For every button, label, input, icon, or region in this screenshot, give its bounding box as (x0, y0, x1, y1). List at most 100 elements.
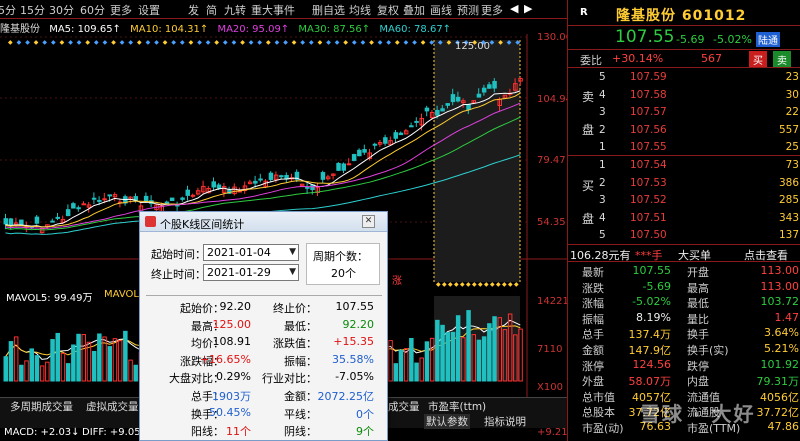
svg-text:◆: ◆ (438, 39, 443, 46)
stat-value: 125.00 (212, 317, 252, 331)
quote-stat-row: 涨幅 -5.02% 最低 103.72 (568, 295, 800, 310)
svg-text:◆: ◆ (361, 39, 366, 46)
toolbar-item-adjust[interactable]: 复权 (377, 2, 399, 18)
level-price: 107.58 (630, 88, 667, 101)
quote-stat-row: 振幅 8.19% 量比 1.47 (568, 311, 800, 326)
svg-text:◆: ◆ (318, 39, 323, 46)
svg-text:◆: ◆ (154, 39, 159, 46)
svg-text:◆: ◆ (163, 39, 168, 46)
buy-button[interactable]: 买 (749, 51, 767, 68)
stat-label: 市盈(动) (582, 422, 624, 435)
level-price: 107.55 (630, 141, 667, 153)
toolbar-item-draw[interactable]: 画线 (430, 2, 452, 18)
ask-row[interactable]: 2 107.56 557 (568, 124, 800, 138)
stat-label: 金额： (284, 390, 317, 403)
svg-text:◆: ◆ (395, 39, 400, 46)
level-qty: 30 (785, 88, 799, 101)
toolbar-item-30min[interactable]: 30分 (49, 2, 74, 18)
bid-row[interactable]: 4 107.51 343 (568, 212, 800, 226)
quote-stat-row: 金额 147.9亿 换手(实) 5.21% (568, 342, 800, 357)
level: 2 (599, 123, 606, 136)
tab-pe-ttm[interactable]: 市盈率(ttm) (428, 399, 486, 414)
toolbar-item-5min[interactable]: 5分 (0, 2, 16, 18)
toolbar-item-predict[interactable]: 预测 (457, 2, 479, 18)
tab-volume[interactable]: 成交量 (388, 399, 420, 414)
toolbar-item-60min[interactable]: 60分 (80, 2, 105, 18)
svg-text:◆: ◆ (309, 39, 314, 46)
level: 3 (599, 106, 606, 118)
stat-value: 92.20 (219, 300, 252, 313)
bid-row[interactable]: 2 107.53 386 (568, 177, 800, 191)
stats-row: 换手： 50.45% 平线： 0个 (140, 406, 387, 422)
toolbar-item-more-right[interactable]: 更多 (481, 2, 503, 18)
svg-text:◆: ◆ (103, 39, 108, 46)
svg-text:◆: ◆ (249, 39, 254, 46)
stats-row: 均价： 108.91 涨跌值： +15.35 (140, 335, 387, 351)
stat-value: 1.47 (774, 310, 800, 324)
quote-stat-row: 涨停 124.56 跌停 101.92 (568, 358, 800, 373)
stat-label: 起始价： (180, 302, 224, 315)
svg-text:◆: ◆ (232, 39, 237, 46)
level: 2 (599, 176, 606, 189)
svg-text:◆: ◆ (300, 39, 305, 46)
mavol5-value: MAVOL5: 99.49万 (6, 293, 93, 304)
dialog-titlebar[interactable]: 个股K线区间统计 ✕ (140, 212, 387, 232)
bid-row[interactable]: 1 107.54 73 (568, 159, 800, 173)
toolbar-item-jiuzhuan[interactable]: 九转 (224, 2, 246, 18)
bid-row[interactable]: 5 107.50 137 (568, 229, 800, 243)
quote-stat-row: 最新 107.55 开盘 113.00 (568, 264, 800, 279)
selected-range[interactable] (434, 40, 520, 282)
price-axis-label: 79.47 (537, 155, 566, 166)
start-time-select[interactable]: 2021-01-04 ▼ (203, 244, 299, 261)
tab-multi-period-volume[interactable]: 多周期成交量 (10, 399, 73, 414)
svg-text:◆: ◆ (326, 39, 331, 46)
close-icon[interactable]: ✕ (362, 215, 375, 228)
vol-axis-label: 7110 (537, 344, 563, 355)
ask-row[interactable]: 3 107.57 22 (568, 106, 800, 120)
svg-text:◆: ◆ (77, 39, 82, 46)
r-badge: R (580, 7, 588, 18)
stat-label: 量比 (687, 312, 709, 326)
bid-row[interactable]: 3 107.52 285 (568, 194, 800, 208)
quote-stat-row: 总手 137.4万 换手 3.64% (568, 326, 800, 341)
stat-label: 阳线： (191, 425, 224, 439)
svg-text:◆: ◆ (189, 39, 194, 46)
stat-value: 137.4万 (628, 328, 672, 342)
end-time-select[interactable]: 2021-01-29 ▼ (203, 264, 299, 281)
macd-value: MACD: +2.03↓ (4, 427, 80, 438)
toolbar-item-events[interactable]: 重大事件 (251, 2, 295, 18)
ask-row[interactable]: 5 107.59 23 (568, 71, 800, 85)
toolbar-item-15min[interactable]: 15分 (20, 2, 45, 18)
toolbar-item-jian[interactable]: 简 (206, 2, 217, 18)
toolbar-item-fa[interactable]: 发 (188, 2, 199, 18)
level: 5 (599, 229, 606, 241)
svg-text:◆: ◆ (180, 39, 185, 46)
svg-text:◆: ◆ (466, 281, 471, 288)
stat-label: 总股本 (582, 406, 615, 420)
svg-text:◆: ◆ (412, 39, 417, 46)
sell-button[interactable]: 卖 (773, 51, 791, 68)
svg-text:◆: ◆ (292, 39, 297, 46)
toolbar-item-overlay[interactable]: 叠加 (403, 2, 425, 18)
nav-right-icon[interactable]: ▶ (524, 2, 532, 15)
ask-row[interactable]: 4 107.58 30 (568, 89, 800, 103)
toolbar-item-ma[interactable]: 均线 (349, 2, 371, 18)
toolbar-item-settings[interactable]: 设置 (138, 2, 160, 18)
start-time-label: 起始时间： (151, 248, 206, 261)
svg-text:◆: ◆ (214, 39, 219, 46)
ask-row[interactable]: 1 107.55 25 (568, 141, 800, 155)
svg-text:◆: ◆ (490, 281, 495, 288)
toolbar-item-more[interactable]: 更多 (110, 2, 132, 18)
chevron-down-icon: ▼ (289, 267, 296, 277)
tab-virtual-volume[interactable]: 虚拟成交量 (86, 399, 139, 414)
toolbar-item-remove-fav[interactable]: 删自选 (312, 2, 345, 18)
svg-text:◆: ◆ (404, 39, 409, 46)
chart-toolbar: 5分 15分 30分 60分 更多 设置 发 简 九转 重大事件 删自选 均线 … (0, 0, 567, 19)
stat-label: 涨跌值： (273, 337, 317, 351)
nav-left-icon[interactable]: ◀ (510, 2, 518, 15)
svg-text:◆: ◆ (146, 39, 151, 46)
stat-label: 金额 (582, 344, 604, 357)
stock-title: 隆基股份 601012 (616, 8, 747, 24)
level-price: 107.52 (630, 194, 667, 206)
quote-stat-row: 涨跌 -5.69 最高 113.00 (568, 280, 800, 295)
